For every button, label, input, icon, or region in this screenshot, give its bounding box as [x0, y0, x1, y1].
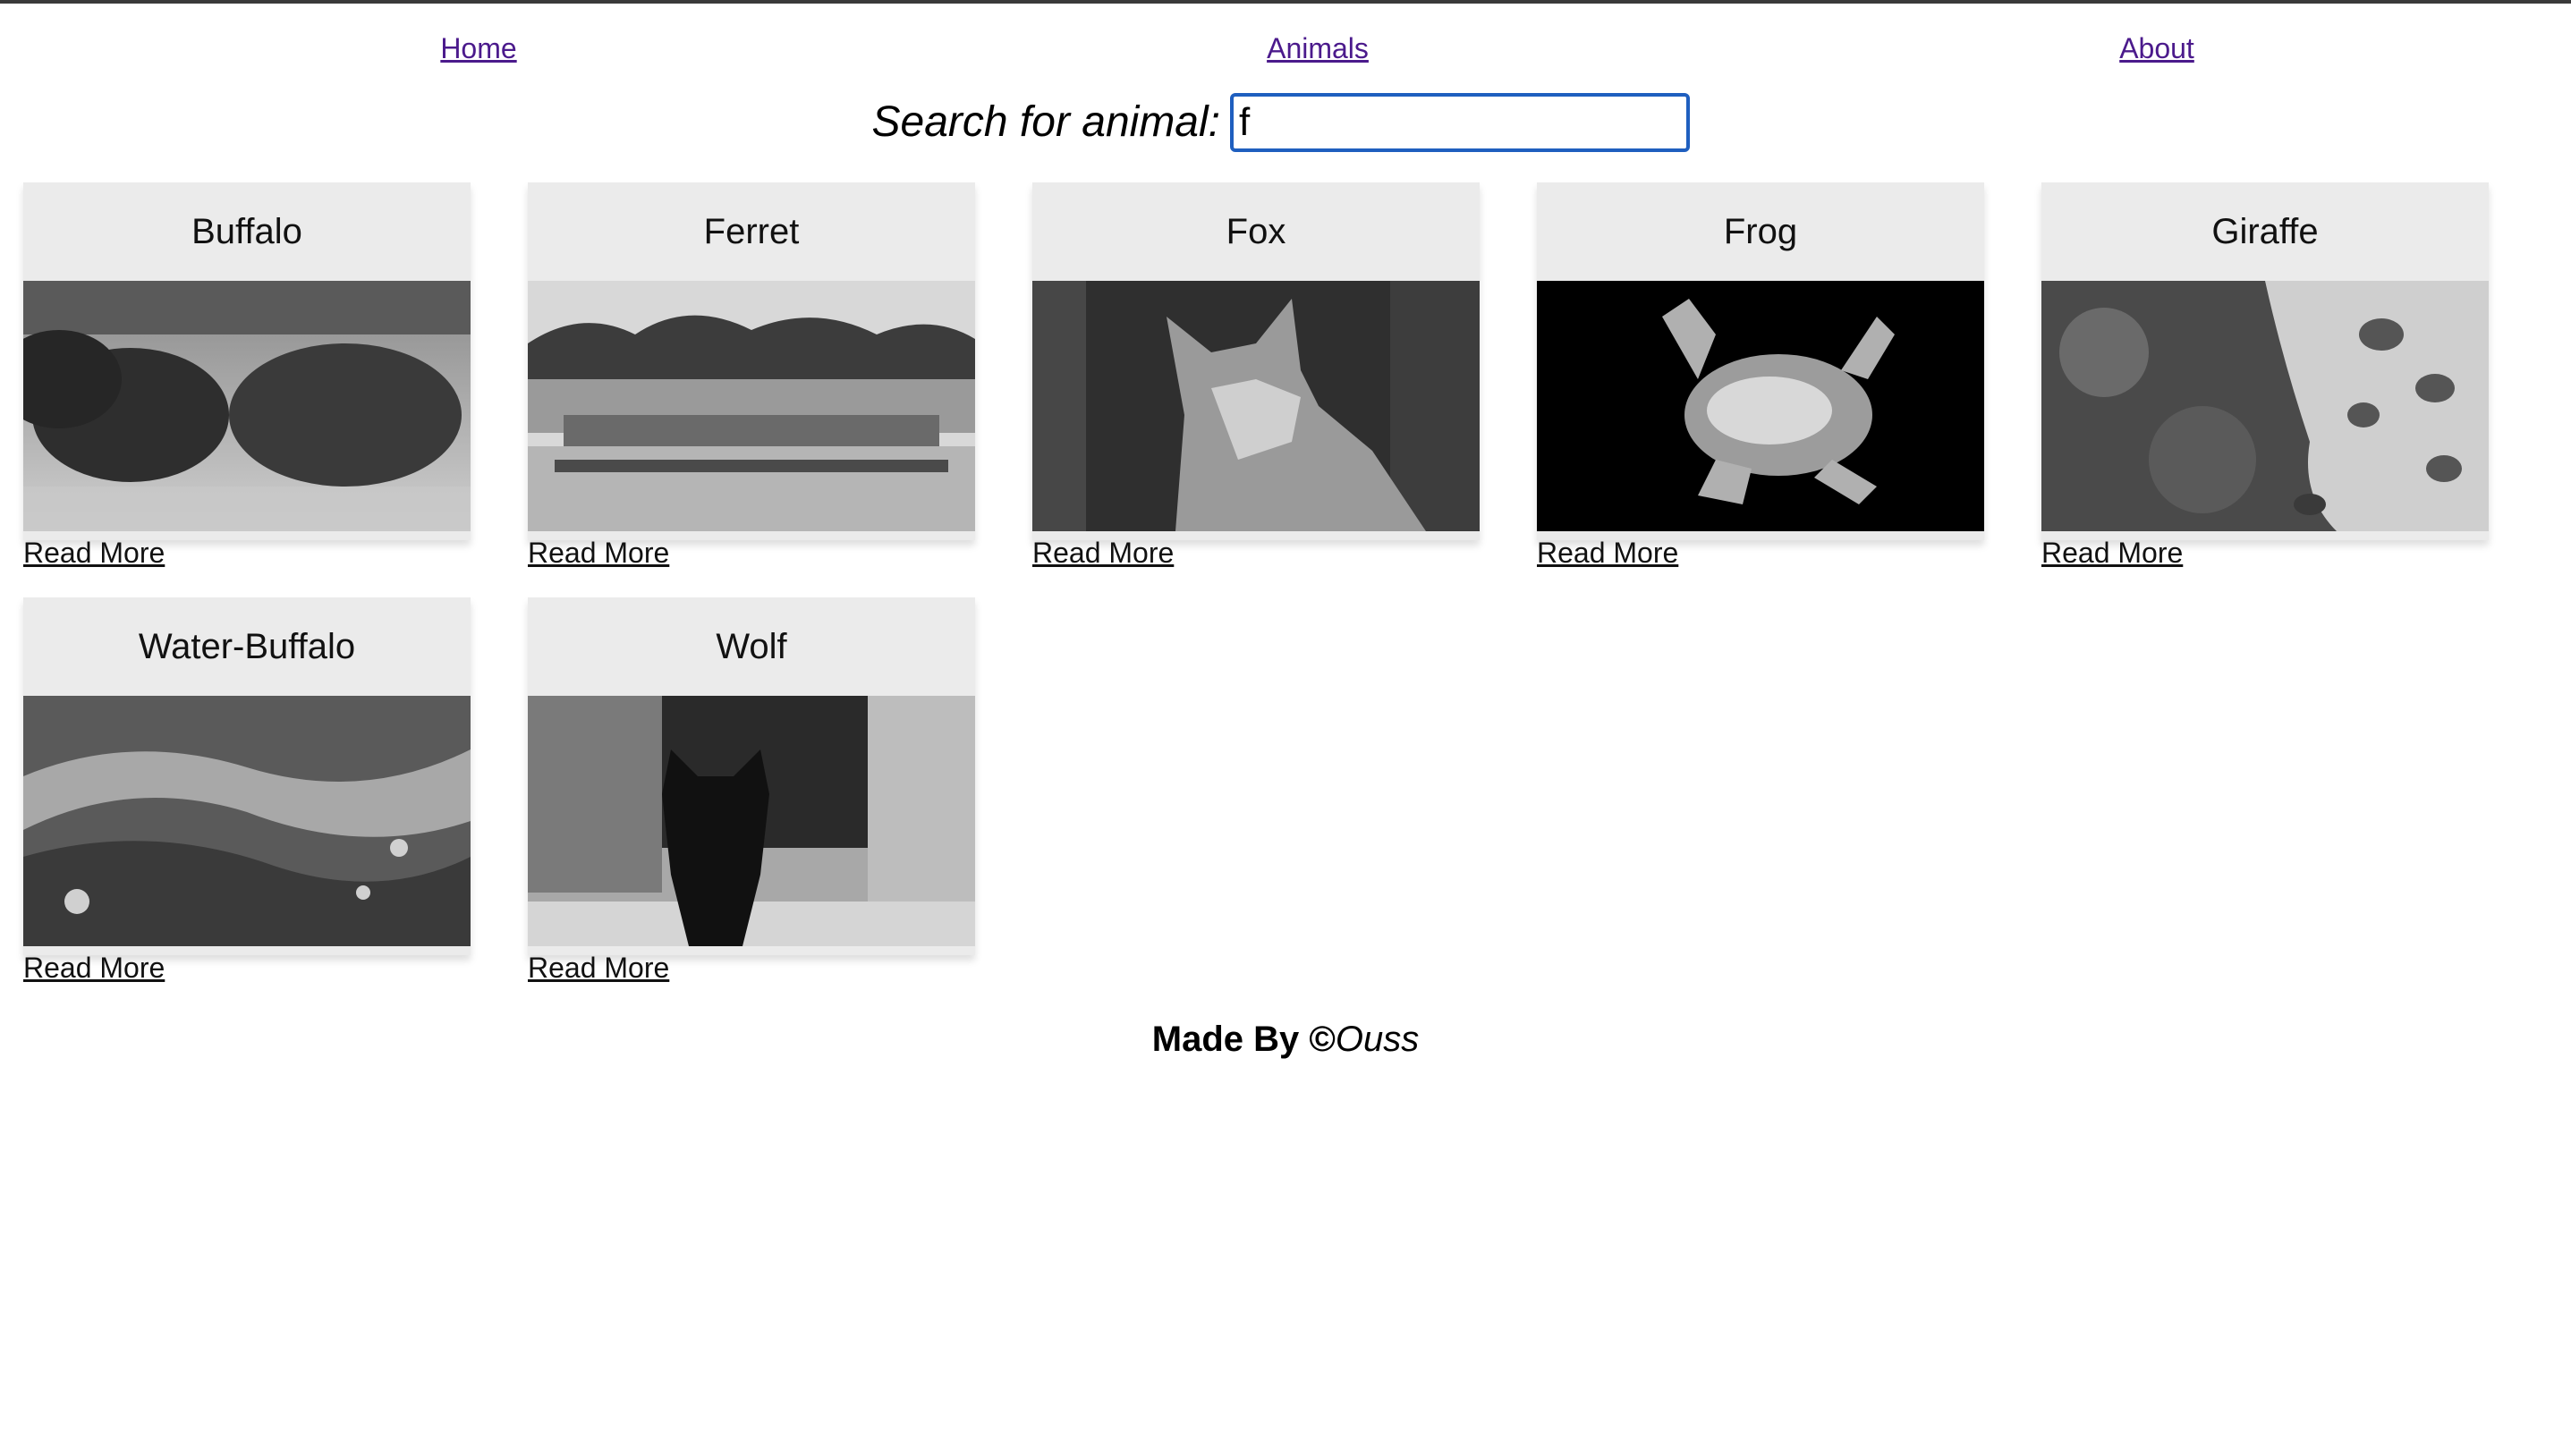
read-more-link[interactable]: Read More — [23, 952, 165, 985]
card-water-buffalo: Water-Buffalo — [23, 597, 471, 955]
frog-image — [1537, 281, 1984, 531]
card-title: Buffalo — [191, 211, 302, 251]
ferret-image — [528, 281, 975, 531]
card-wolf: Wolf — [528, 597, 975, 955]
nav-animals-link[interactable]: Animals — [1267, 32, 1369, 65]
card-title: Ferret — [703, 211, 800, 251]
wolf-image — [528, 696, 975, 946]
card-title: Water-Buffalo — [138, 626, 356, 666]
card-title: Wolf — [716, 626, 787, 666]
read-more-link[interactable]: Read More — [1537, 537, 1678, 570]
footer: Made By ©Ouss — [0, 1020, 2571, 1060]
nav-home-link[interactable]: Home — [440, 32, 516, 65]
water-buffalo-image — [23, 696, 471, 946]
card-title: Fox — [1226, 211, 1286, 251]
card-buffalo: Buffalo — [23, 182, 471, 540]
buffalo-image — [23, 281, 471, 531]
nav-about-link[interactable]: About — [2119, 32, 2194, 65]
top-border — [0, 0, 2571, 4]
read-more-link[interactable]: Read More — [2041, 537, 2183, 570]
read-more-link[interactable]: Read More — [528, 952, 669, 985]
card-title: Giraffe — [2211, 211, 2319, 251]
search-label: Search for animal: — [871, 98, 1220, 146]
fox-image — [1032, 281, 1480, 531]
read-more-link[interactable]: Read More — [528, 537, 669, 570]
card-title: Frog — [1723, 211, 1798, 251]
read-more-link[interactable]: Read More — [23, 537, 165, 570]
card-frog: Frog — [1537, 182, 1984, 540]
card-ferret: Ferret — [528, 182, 975, 540]
footer-author: Ouss — [1335, 1020, 1420, 1059]
card-giraffe: Giraffe — [2041, 182, 2489, 540]
read-more-link[interactable]: Read More — [1032, 537, 1174, 570]
giraffe-image — [2041, 281, 2489, 531]
search-input[interactable] — [1230, 93, 1690, 152]
footer-prefix: Made By © — [1151, 1020, 1336, 1059]
card-fox: Fox — [1032, 182, 1480, 540]
